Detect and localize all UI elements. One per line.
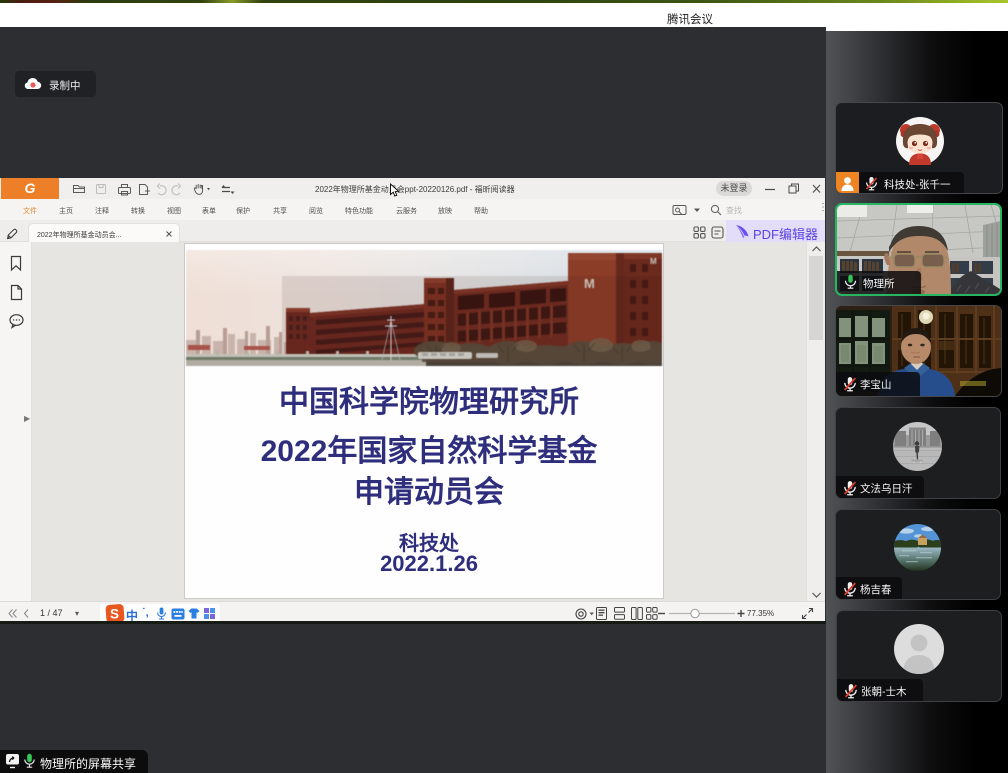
svg-text:M: M [650, 257, 657, 266]
svg-text:S: S [110, 606, 119, 621]
